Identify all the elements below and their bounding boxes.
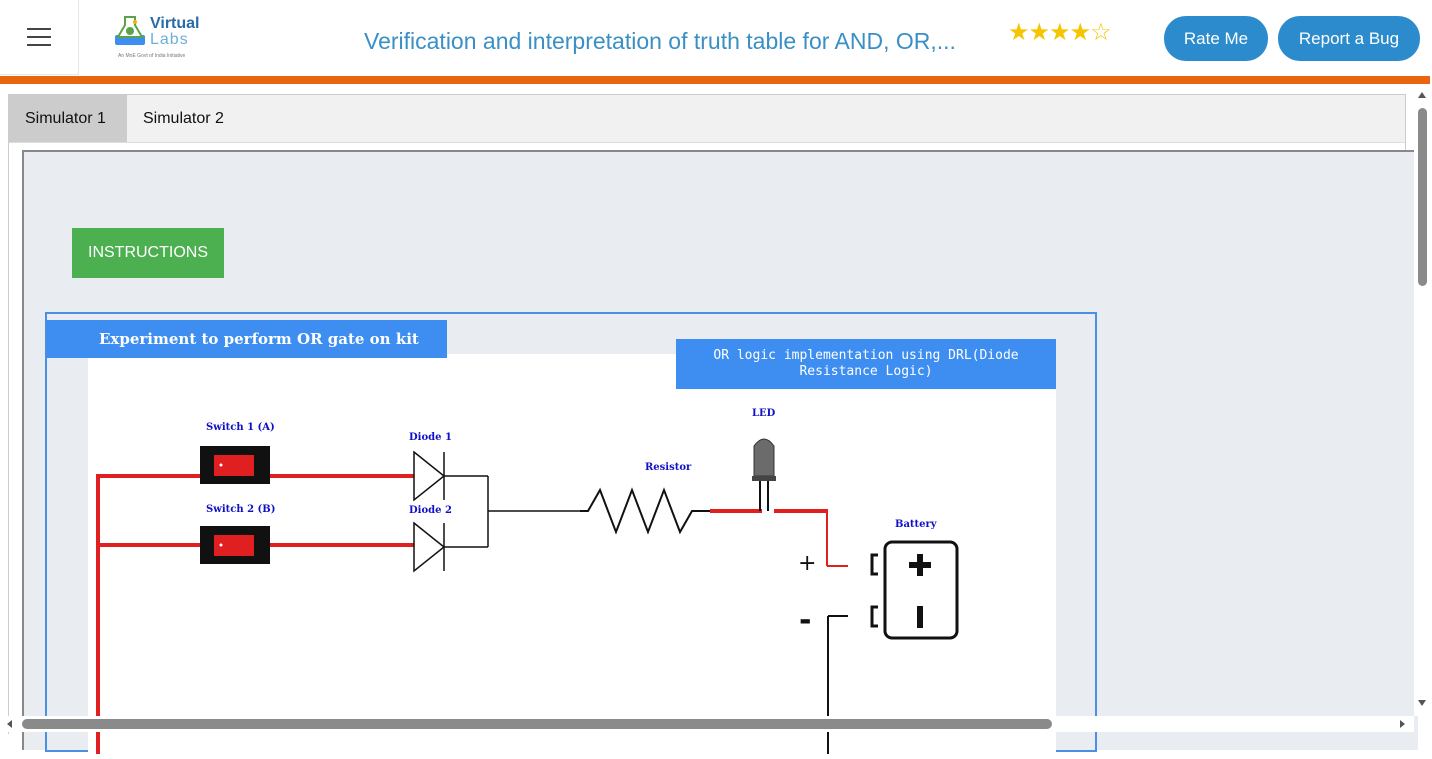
- simulator-iframe: INSTRUCTIONS Switch 1 (A) Switch 2 (B) D…: [22, 150, 1418, 754]
- menu-line: [27, 28, 51, 30]
- report-bug-button[interactable]: Report a Bug: [1278, 16, 1420, 61]
- vertical-scroll-thumb[interactable]: [1418, 108, 1427, 286]
- simulator-container: Simulator 1 Simulator 2 INSTRUCTIONS Swi…: [8, 94, 1418, 754]
- battery: [870, 540, 959, 640]
- rate-me-button[interactable]: Rate Me: [1164, 16, 1268, 61]
- diode-1-label: Diode 1: [409, 432, 452, 443]
- logo-tagline: An MoE Govt of India Initiative: [118, 53, 186, 59]
- horizontal-scroll-thumb[interactable]: [22, 719, 1052, 729]
- horizontal-scrollbar[interactable]: [0, 716, 1414, 732]
- diode-2: [413, 521, 446, 573]
- scroll-up-arrow-icon[interactable]: [1418, 92, 1426, 98]
- or-logic-title: OR logic implementation using DRL(Diode …: [676, 339, 1056, 389]
- menu-line: [27, 44, 51, 46]
- logo-text-labs: Labs: [150, 31, 189, 48]
- circuit-canvas: Switch 1 (A) Switch 2 (B) Diode 1 Diode …: [88, 354, 1056, 754]
- led-bulb: [752, 438, 776, 511]
- led-label: LED: [752, 408, 776, 419]
- experiment-title: Experiment to perform OR gate on kit: [47, 320, 447, 358]
- diode-1: [413, 450, 446, 502]
- flask-logo-icon: [115, 16, 145, 45]
- star-rating[interactable]: ★★★★☆: [1008, 19, 1112, 46]
- positive-terminal-label: +: [798, 551, 816, 576]
- menu-line: [27, 36, 51, 38]
- tab-bar: Simulator 1 Simulator 2: [9, 95, 1405, 143]
- star-empty-icon[interactable]: ☆: [1090, 19, 1111, 46]
- page-title: Verification and interpretation of truth…: [364, 28, 956, 54]
- tab-simulator-2[interactable]: Simulator 2: [127, 95, 245, 142]
- scroll-right-arrow-icon[interactable]: [1400, 720, 1405, 728]
- app-header: Virtual Labs An MoE Govt of India Initia…: [0, 0, 1432, 76]
- hamburger-menu-icon[interactable]: [0, 0, 79, 75]
- or-gate-circuit: Switch 1 (A) Switch 2 (B) Diode 1 Diode …: [96, 408, 959, 754]
- switch-a[interactable]: [200, 446, 270, 484]
- instructions-button[interactable]: INSTRUCTIONS: [72, 228, 224, 278]
- vertical-scrollbar[interactable]: [1414, 88, 1432, 716]
- scroll-left-arrow-icon[interactable]: [7, 720, 12, 728]
- negative-terminal-label: -: [799, 603, 811, 638]
- switch-1-label: Switch 1 (A): [206, 422, 275, 433]
- resistor-label: Resistor: [645, 462, 692, 473]
- switch-2-label: Switch 2 (B): [206, 504, 275, 515]
- virtual-labs-logo[interactable]: Virtual Labs An MoE Govt of India Initia…: [108, 12, 208, 64]
- diode-2-label: Diode 2: [409, 505, 452, 516]
- experiment-panel: Switch 1 (A) Switch 2 (B) Diode 1 Diode …: [45, 312, 1097, 754]
- star-filled-icon[interactable]: ★★★★: [1008, 19, 1091, 46]
- tab-simulator-1[interactable]: Simulator 1: [9, 95, 127, 142]
- resistor: [580, 487, 710, 535]
- scroll-down-arrow-icon[interactable]: [1418, 700, 1426, 706]
- header-divider: [0, 76, 1430, 84]
- switch-b[interactable]: [200, 526, 270, 564]
- battery-label: Battery: [895, 519, 938, 530]
